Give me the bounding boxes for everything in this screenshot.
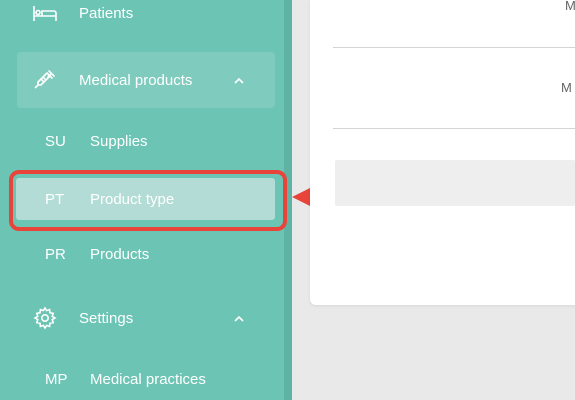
row-divider xyxy=(333,128,575,129)
highlight-box xyxy=(9,170,287,231)
sidebar-item-label: Medical products xyxy=(79,71,193,89)
gear-icon xyxy=(32,305,58,331)
table-cell: M xyxy=(565,0,575,13)
sidebar-item-label: Patients xyxy=(79,4,134,22)
sidebar-item-supplies[interactable]: SU Supplies xyxy=(0,121,284,161)
sidebar-item-label: Products xyxy=(90,245,150,263)
sidebar-item-label: Supplies xyxy=(90,132,148,150)
chevron-up-icon[interactable] xyxy=(233,74,245,86)
sidebar-item-settings[interactable]: Settings xyxy=(0,298,284,338)
sidebar-item-abbr: SU xyxy=(45,132,66,150)
table-cell: M xyxy=(561,80,572,95)
sidebar-item-abbr: MP xyxy=(45,370,68,388)
main-card xyxy=(310,0,575,305)
sidebar-item-products[interactable]: PR Products xyxy=(0,234,284,274)
bed-icon xyxy=(32,0,58,26)
chevron-up-icon[interactable] xyxy=(233,312,245,324)
syringe-icon xyxy=(32,67,58,93)
sidebar-item-label: Medical practices xyxy=(90,370,206,388)
sidebar-item-medical-products[interactable]: Medical products xyxy=(0,60,284,100)
row-divider xyxy=(333,47,575,48)
sidebar-item-medical-practices[interactable]: MP Medical practices xyxy=(0,359,284,399)
sidebar-item-label: Settings xyxy=(79,309,134,327)
sidebar-item-abbr: PR xyxy=(45,245,66,263)
sidebar-item-patients[interactable]: Patients xyxy=(0,0,284,33)
table-footer-bar xyxy=(335,160,575,206)
